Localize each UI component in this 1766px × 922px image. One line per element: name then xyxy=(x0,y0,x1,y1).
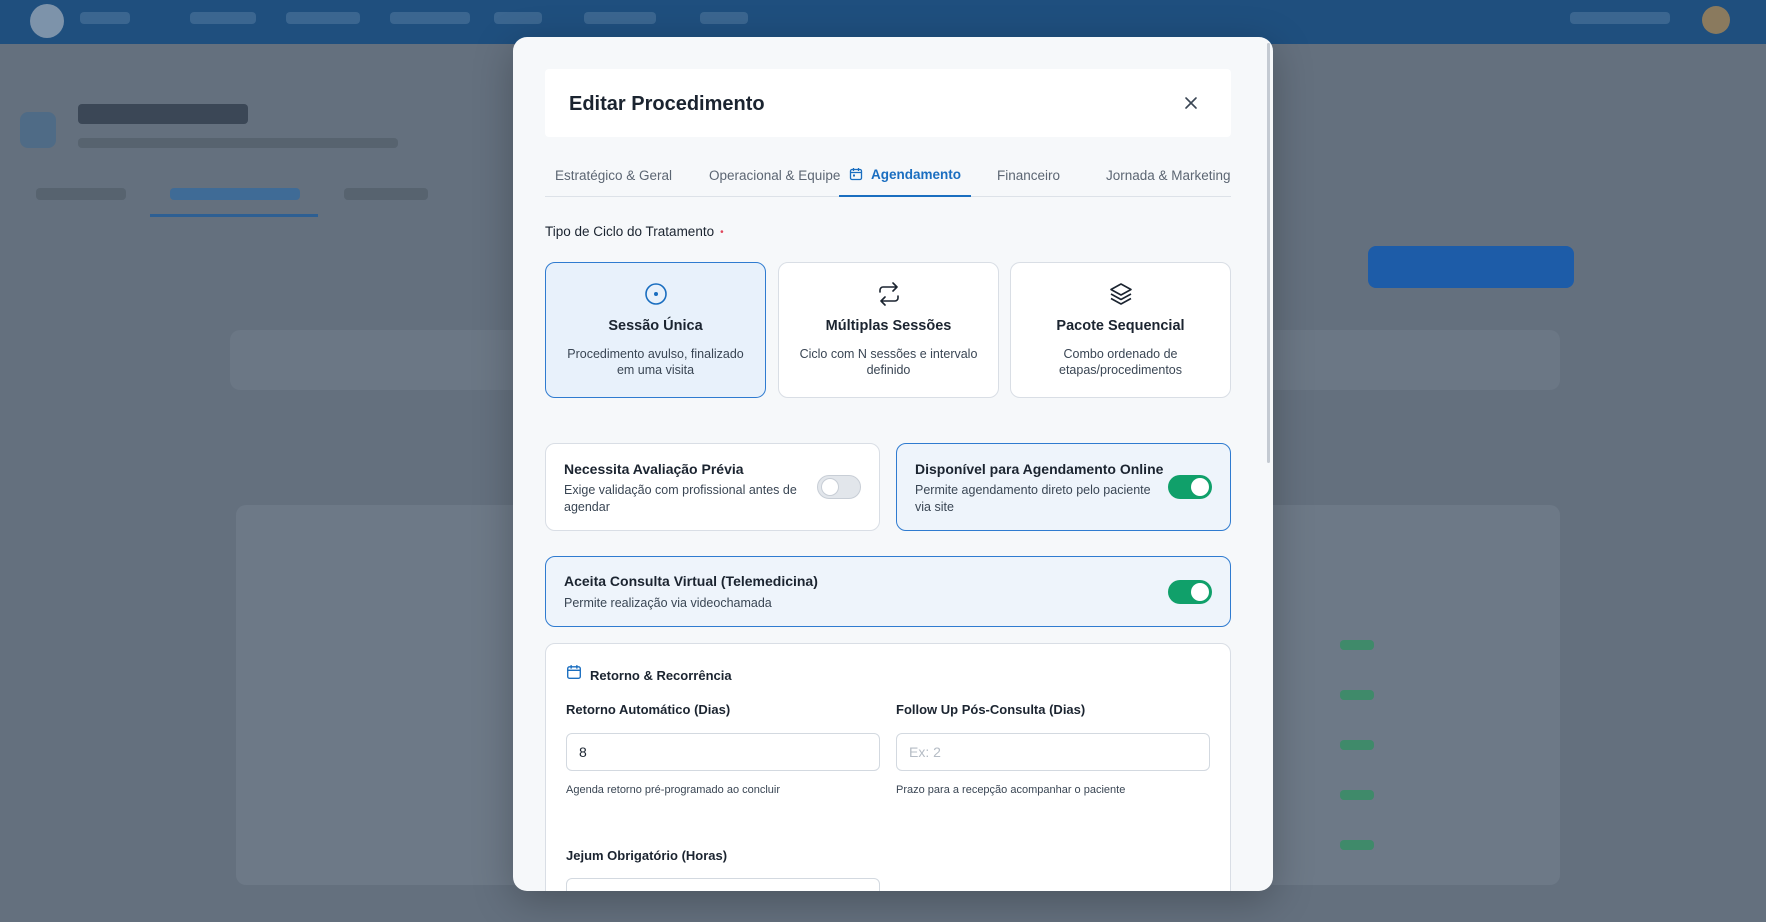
required-mark: • xyxy=(720,227,724,238)
telemedicine-toggle[interactable] xyxy=(1168,580,1212,604)
background-logo xyxy=(30,4,64,38)
tab-label: Financeiro xyxy=(997,167,1061,183)
cycle-type-label-text: Tipo de Ciclo do Tratamento xyxy=(545,224,715,239)
calendar-icon xyxy=(567,665,581,679)
follow-up-help: Prazo para a recepção acompanhar o pacie… xyxy=(896,784,1126,796)
background-avatar xyxy=(1702,6,1730,34)
close-icon xyxy=(1185,97,1197,109)
option-title: Disponível para Agendamento Online xyxy=(915,461,1164,477)
modal-title: Editar Procedimento xyxy=(569,93,765,115)
background-tab-underline xyxy=(150,214,318,217)
background-status xyxy=(1340,690,1374,700)
background-tab xyxy=(36,188,126,200)
tab-bar: Estratégico & Geral Operacional & Equipe… xyxy=(545,153,1231,197)
tab-scheduling[interactable]: Agendamento xyxy=(839,153,972,197)
background-nav-item xyxy=(80,12,130,24)
follow-up-label: Follow Up Pós-Consulta (Dias) xyxy=(896,702,1086,717)
cycle-option-title: Múltiplas Sessões xyxy=(825,318,952,334)
close-button[interactable] xyxy=(1177,89,1205,117)
background-action-button xyxy=(1368,246,1574,288)
modal-header: Editar Procedimento xyxy=(545,69,1231,137)
cycle-option-title: Pacote Sequencial xyxy=(1056,318,1185,334)
tab-label: Jornada & Marketing xyxy=(1106,167,1231,183)
tab-operational-team[interactable]: Operacional & Equipe xyxy=(709,153,840,197)
return-recurrence-section: Retorno & Recorrência Retorno Automático… xyxy=(545,643,1231,891)
background-status xyxy=(1340,790,1374,800)
follow-up-input[interactable] xyxy=(896,733,1210,771)
online-scheduling-option: Disponível para Agendamento Online Permi… xyxy=(896,443,1231,531)
repeat-icon xyxy=(878,282,899,306)
fasting-label: Jejum Obrigatório (Horas) xyxy=(566,848,728,863)
layers-icon xyxy=(1109,283,1132,305)
tab-journey-marketing[interactable]: Jornada & Marketing xyxy=(1106,153,1231,197)
background-nav-item xyxy=(494,12,542,24)
background-page-icon xyxy=(20,112,56,148)
option-description: Permite agendamento direto pelo paciente… xyxy=(915,483,1151,514)
cycle-option-single-session[interactable]: Sessão Única Procedimento avulso, finali… xyxy=(545,262,766,398)
cycle-option-description: Ciclo com N sessões e intervalo definido xyxy=(799,347,978,377)
tab-strategic-general[interactable]: Estratégico & Geral xyxy=(555,153,672,197)
tab-financial[interactable]: Financeiro xyxy=(997,153,1060,197)
tab-label: Agendamento xyxy=(871,166,962,182)
background-tab xyxy=(344,188,428,200)
background-nav-item xyxy=(286,12,360,24)
background-status xyxy=(1340,740,1374,750)
section-title: Retorno & Recorrência xyxy=(590,668,732,683)
prior-evaluation-toggle[interactable] xyxy=(817,475,861,499)
cycle-option-sequential-package[interactable]: Pacote Sequencial Combo ordenado de etap… xyxy=(1010,262,1231,398)
background-nav-item xyxy=(390,12,470,24)
fasting-input[interactable] xyxy=(566,878,880,891)
background-nav-item xyxy=(190,12,256,24)
prior-evaluation-option: Necessita Avaliação Prévia Exige validaç… xyxy=(545,443,880,531)
option-description: Permite realização via videochamada xyxy=(564,596,772,610)
background-page-title xyxy=(78,104,248,124)
tab-label: Estratégico & Geral xyxy=(555,167,673,183)
calendar-icon xyxy=(849,168,863,181)
edit-procedure-modal: Editar Procedimento Estratégico & Geral … xyxy=(513,37,1273,891)
online-scheduling-toggle[interactable] xyxy=(1168,475,1212,499)
option-title: Aceita Consulta Virtual (Telemedicina) xyxy=(564,573,818,589)
background-nav-item xyxy=(584,12,656,24)
target-icon xyxy=(644,283,667,305)
cycle-option-title: Sessão Única xyxy=(608,318,703,334)
modal-scrollbar[interactable] xyxy=(1267,43,1270,463)
auto-return-help: Agenda retorno pré-programado ao conclui… xyxy=(566,784,781,796)
auto-return-label: Retorno Automático (Dias) xyxy=(566,702,731,717)
option-description: Exige validação com profissional antes d… xyxy=(564,483,797,514)
telemedicine-option: Aceita Consulta Virtual (Telemedicina) P… xyxy=(545,556,1231,627)
tab-label: Operacional & Equipe xyxy=(709,167,841,183)
background-status xyxy=(1340,640,1374,650)
background-nav-item xyxy=(700,12,748,24)
auto-return-input[interactable] xyxy=(566,733,880,771)
cycle-option-multiple-sessions[interactable]: Múltiplas Sessões Ciclo com N sessões e … xyxy=(778,262,999,398)
background-page-subtitle xyxy=(78,138,398,148)
background-tab xyxy=(170,188,300,200)
cycle-type-label: Tipo de Ciclo do Tratamento • xyxy=(545,224,724,239)
cycle-option-description: Combo ordenado de etapas/procedimentos xyxy=(1059,347,1182,377)
background-user-name xyxy=(1570,12,1670,24)
option-title: Necessita Avaliação Prévia xyxy=(564,461,744,477)
cycle-option-description: Procedimento avulso, finalizado em uma v… xyxy=(567,347,744,377)
background-status xyxy=(1340,840,1374,850)
